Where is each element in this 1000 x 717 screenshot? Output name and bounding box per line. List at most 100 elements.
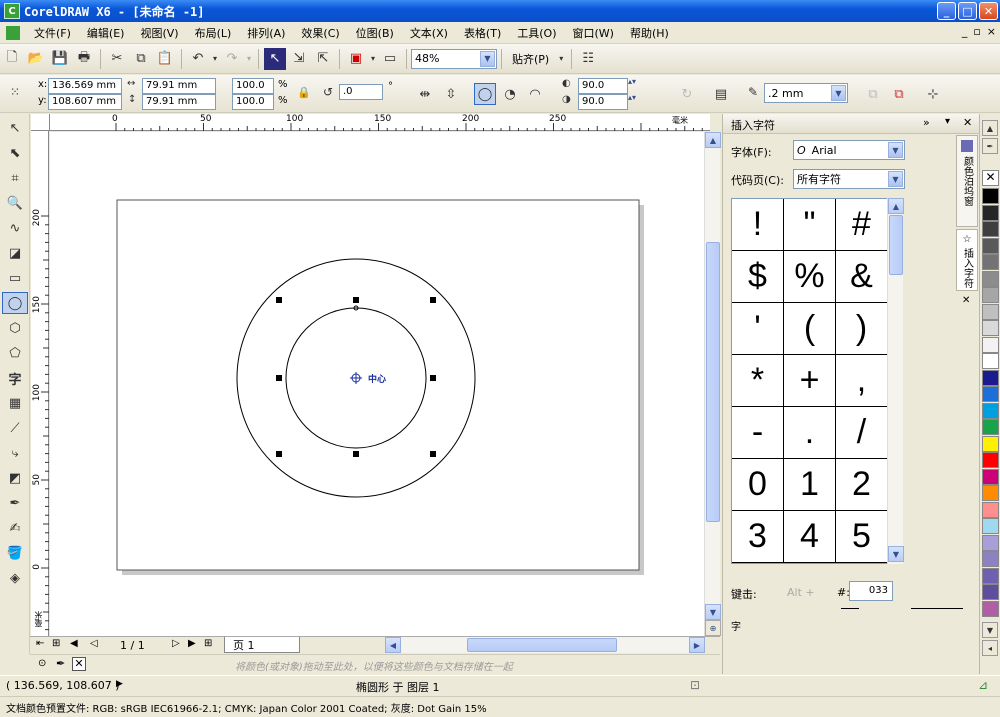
color-swatch[interactable] — [982, 402, 999, 419]
palette-menu-icon[interactable]: ⊙ — [38, 658, 46, 669]
x-position-field[interactable]: 136.569 mm — [48, 78, 122, 94]
next-page-icon[interactable]: ▷ — [172, 638, 180, 649]
redo-icon[interactable]: ↷ — [221, 48, 243, 70]
glyph-cell[interactable]: 4 — [784, 511, 836, 563]
redo-dropdown-icon[interactable]: ▾ — [245, 48, 253, 70]
publish-pdf-icon[interactable]: ▣ — [345, 48, 367, 70]
glyph-cell[interactable]: 5 — [836, 511, 887, 563]
palette-scroll-up-icon[interactable]: ▲ — [982, 120, 998, 136]
glyph-cell[interactable]: 2 — [836, 459, 887, 511]
color-swatch[interactable] — [982, 534, 999, 551]
lock-ratio-icon[interactable]: 🔒 — [297, 86, 311, 99]
export-icon[interactable]: ⇱ — [312, 48, 334, 70]
color-swatch[interactable] — [982, 501, 999, 518]
glyph-cell[interactable]: " — [784, 199, 836, 251]
start-angle-spinner-icon[interactable]: ▴▾ — [628, 77, 636, 86]
glyph-cell[interactable]: ' — [732, 303, 784, 355]
crop-tool-icon[interactable]: ⌗ — [2, 167, 28, 189]
to-front-icon[interactable]: ⧉ — [862, 83, 884, 105]
zoom-nav-icon[interactable]: ⊕ — [705, 620, 721, 636]
menu-arrange[interactable]: 排列(A) — [239, 25, 293, 41]
connector-tool-icon[interactable]: ⤷ — [2, 442, 28, 464]
glyph-cell[interactable]: ! — [732, 199, 784, 251]
outline-width-select[interactable]: .2 mm ▼ — [764, 83, 848, 103]
paste-icon[interactable]: 📋 — [154, 48, 176, 70]
codepage-select[interactable]: 所有字符 ▼ — [793, 169, 905, 189]
docker-expand-icon[interactable]: » — [923, 116, 930, 129]
glyph-cell[interactable]: & — [836, 251, 887, 303]
menu-tools[interactable]: 工具(O) — [509, 25, 564, 41]
color-swatch[interactable] — [982, 452, 999, 468]
color-swatch[interactable] — [982, 254, 999, 270]
docker-menu-icon[interactable]: ▾ — [945, 116, 950, 127]
horizontal-scroll-thumb[interactable] — [467, 638, 617, 652]
import-icon[interactable]: ⇲ — [288, 48, 310, 70]
color-swatch[interactable] — [982, 353, 999, 369]
color-swatch[interactable] — [982, 435, 999, 452]
chevron-down-icon[interactable]: ▼ — [831, 85, 846, 101]
color-swatch[interactable] — [982, 518, 999, 534]
menu-table[interactable]: 表格(T) — [456, 25, 509, 41]
color-swatch[interactable] — [982, 567, 999, 584]
smart-fill-icon[interactable]: ◪ — [2, 242, 28, 264]
mirror-vertical-icon[interactable]: ⇳ — [440, 83, 462, 105]
new-icon[interactable]: 🗋 — [1, 48, 23, 70]
color-swatch[interactable] — [982, 485, 999, 501]
scroll-left-icon[interactable]: ◀ — [385, 637, 401, 653]
glyph-cell[interactable]: 0 — [732, 459, 784, 511]
scroll-right-icon[interactable]: ▶ — [689, 637, 705, 653]
pie-mode-icon[interactable]: ◔ — [499, 83, 521, 105]
text-tool-icon[interactable]: 字 — [2, 367, 28, 389]
options-icon[interactable]: ☷ — [577, 48, 599, 70]
menu-layout[interactable]: 布局(L) — [187, 25, 240, 41]
color-swatch[interactable] — [982, 336, 999, 353]
scroll-up-icon[interactable]: ▲ — [888, 198, 904, 214]
scroll-up-icon[interactable]: ▲ — [705, 132, 721, 148]
page-tab[interactable]: 页 1 — [224, 637, 300, 653]
color-swatch[interactable] — [982, 221, 999, 237]
rotation-angle-field[interactable]: .0 — [339, 84, 383, 100]
menu-bitmaps[interactable]: 位图(B) — [348, 25, 402, 41]
glyph-cell[interactable]: ) — [836, 303, 887, 355]
prev-page-icon[interactable]: ◀ — [70, 638, 78, 649]
convert-to-curves-icon[interactable]: ⊹ — [922, 83, 944, 105]
open-icon[interactable]: 📂 — [25, 48, 47, 70]
ellipse-tool-icon[interactable]: ◯ — [2, 292, 28, 314]
to-back-icon[interactable]: ⧉ — [888, 83, 910, 105]
maximize-button[interactable]: □ — [958, 2, 977, 20]
undo-icon[interactable]: ↶ — [187, 48, 209, 70]
height-field[interactable]: 79.91 mm — [142, 94, 216, 110]
color-swatch[interactable] — [982, 468, 999, 485]
canvas-horizontal-scrollbar[interactable]: ◀ ▶ — [385, 637, 705, 653]
shape-tool-icon[interactable]: ⬉ — [2, 142, 28, 164]
freehand-tool-icon[interactable]: ∿ — [2, 217, 28, 239]
object-origin-icon[interactable]: ⁙ — [10, 85, 20, 99]
arc-mode-icon[interactable]: ◠ — [524, 83, 546, 105]
ellipse-mode-icon[interactable]: ◯ — [474, 83, 496, 105]
drawing-canvas[interactable]: 中心 — [50, 132, 704, 636]
glyph-cell[interactable]: 3 — [732, 511, 784, 563]
glyph-cell[interactable]: ( — [784, 303, 836, 355]
color-profile-info[interactable]: 文档颜色预置文件: RGB: sRGB IEC61966-2.1; CMYK: … — [6, 700, 487, 715]
end-angle-field[interactable]: 90.0 — [578, 94, 628, 110]
color-swatch[interactable] — [982, 369, 999, 386]
color-swatch[interactable] — [982, 551, 999, 567]
color-swatch[interactable] — [982, 287, 999, 303]
color-swatch[interactable] — [982, 386, 999, 402]
rectangle-tool-icon[interactable]: ▭ — [2, 267, 28, 289]
close-tab-icon[interactable]: ✕ — [962, 295, 970, 306]
color-swatch[interactable] — [982, 419, 999, 435]
eyedropper-tool-icon[interactable]: ✒ — [2, 492, 28, 514]
palette-eyedropper-icon[interactable]: ✒ — [982, 138, 998, 154]
zoom-tool-icon[interactable]: 🔍 — [2, 192, 28, 214]
menu-text[interactable]: 文本(X) — [402, 25, 456, 41]
eyedropper-icon[interactable]: ✒ — [56, 657, 65, 670]
doc-close-button[interactable]: × — [987, 25, 996, 38]
menu-help[interactable]: 帮助(H) — [622, 25, 677, 41]
ruler-corner[interactable] — [31, 114, 50, 131]
no-fill-swatch-icon[interactable]: ✕ — [982, 170, 999, 186]
glyph-cell[interactable]: % — [784, 251, 836, 303]
glyph-scroll-thumb[interactable] — [889, 215, 903, 275]
doc-minimize-button[interactable]: _ — [962, 25, 968, 38]
pick-tool-icon[interactable]: ↖ — [2, 117, 28, 139]
